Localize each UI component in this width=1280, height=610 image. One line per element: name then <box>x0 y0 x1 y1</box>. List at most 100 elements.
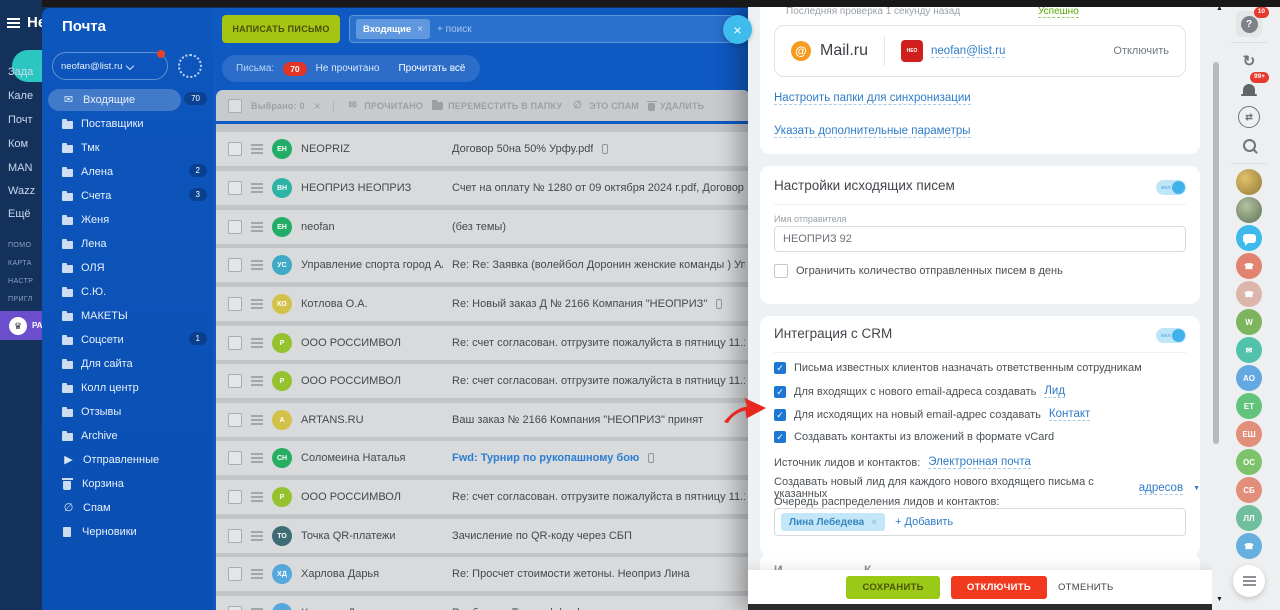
sidebar-item-invite[interactable]: ПРИГЛ <box>8 296 33 303</box>
search-button[interactable] <box>1236 132 1262 158</box>
folder-item[interactable]: Соцсети 1 <box>42 328 213 352</box>
checkbox-checked[interactable]: ✓ <box>774 362 786 374</box>
checkbox-checked[interactable]: ✓ <box>774 385 786 398</box>
contact-avatar[interactable]: ЕТ <box>1236 393 1262 419</box>
crm-check-incoming-lead[interactable]: ✓ Для входящих с нового email-адреса созд… <box>774 385 1066 398</box>
folder-item[interactable]: Лена <box>42 232 213 256</box>
crm-logo[interactable]: Не <box>7 14 46 31</box>
folder-trash[interactable]: Корзина <box>42 472 213 496</box>
email-row[interactable]: ТО Точка QR-платежи Зачисление по QR-коду … <box>216 519 750 553</box>
action-delete[interactable]: УДАЛИТЬ <box>646 100 704 111</box>
read-all-button[interactable]: Прочитать всё <box>398 63 465 74</box>
search-filter-chip[interactable]: Входящие × <box>356 19 431 39</box>
sidebar-item-mail[interactable]: Почт <box>8 114 33 126</box>
folder-item[interactable]: Тмк <box>42 136 213 160</box>
email-row[interactable]: ХД Харлова Дарья Re: Просчет стоимости жет… <box>216 557 750 591</box>
call-light-button[interactable]: ☎ <box>1236 281 1262 307</box>
email-row[interactable]: Р ООО РОССИМВОЛ Re: счет согласован. отгру… <box>216 480 750 514</box>
folder-item[interactable]: Поставщики <box>42 112 213 136</box>
row-checkbox[interactable] <box>228 297 242 311</box>
checkbox-checked[interactable]: ✓ <box>774 431 786 443</box>
burger-menu-icon[interactable] <box>7 21 20 24</box>
email-row[interactable]: А ARTANS.RU Ваш заказ № 2166 Компания "НЕО… <box>216 403 750 437</box>
sidebar-item-map[interactable]: КАРТА <box>8 260 32 267</box>
scrollbar-thumb[interactable] <box>1213 62 1219 444</box>
row-checkbox[interactable] <box>228 374 242 388</box>
folder-item[interactable]: ОЛЯ <box>42 256 213 280</box>
email-row[interactable]: ЕН NEOPRIZ Договор 50на 50% Урфу.pdf <box>216 132 750 166</box>
email-row[interactable]: Р ООО РОССИМВОЛ Re: счет согласован. отгру… <box>216 364 750 398</box>
row-checkbox[interactable] <box>228 413 242 427</box>
row-checkbox[interactable] <box>228 567 242 581</box>
sync-button[interactable] <box>178 54 202 78</box>
scroll-down-icon[interactable]: ▼ <box>1216 596 1223 603</box>
contact-avatar[interactable]: ЕШ <box>1236 421 1262 447</box>
disconnect-link[interactable]: Отключить <box>1113 45 1169 57</box>
account-email-link[interactable]: neofan@list.ru <box>931 45 1006 58</box>
queue-input[interactable]: Лина Лебедева × + Добавить <box>774 508 1186 536</box>
addresses-link[interactable]: адресов <box>1138 482 1184 495</box>
row-checkbox[interactable] <box>228 451 242 465</box>
folder-spam[interactable]: ∅ Спам <box>42 496 213 520</box>
compose-button[interactable]: НАПИСАТЬ ПИСЬМО <box>222 15 340 43</box>
call-blue-button[interactable]: ☎ <box>1236 533 1262 559</box>
folder-item[interactable]: МАКЕТЫ <box>42 304 213 328</box>
email-row[interactable]: КО Котлова О.А. Re: Новый заказ Д № 2166 К… <box>216 287 750 321</box>
row-checkbox[interactable] <box>228 142 242 156</box>
checkbox-checked[interactable]: ✓ <box>774 408 786 421</box>
folder-item[interactable]: Для сайта <box>42 352 213 376</box>
queue-add-button[interactable]: + Добавить <box>895 516 953 528</box>
select-all-checkbox[interactable] <box>228 98 242 113</box>
chip-remove-icon[interactable]: × <box>871 517 877 528</box>
sidebar-item-tasks[interactable]: Зада <box>8 66 33 78</box>
save-button[interactable]: СОХРАНИТЬ <box>846 575 940 599</box>
sync-folders-link[interactable]: Настроить папки для синхронизации <box>774 92 971 105</box>
sidebar-item-more[interactable]: Ещё <box>8 208 31 220</box>
contact-avatar[interactable]: ОС <box>1236 449 1262 475</box>
crm-check-outgoing-contact[interactable]: ✓ Для исходящих на новый email-адрес созд… <box>774 408 1091 421</box>
cancel-button[interactable]: ОТМЕНИТЬ <box>1058 582 1114 593</box>
crm-check-assign[interactable]: ✓ Письма известных клиентов назначать отв… <box>774 362 1142 374</box>
action-move-to-folder[interactable]: ПЕРЕМЕСТИТЬ В ПАПКУ <box>432 99 562 111</box>
row-checkbox[interactable] <box>228 258 242 272</box>
sidebar-item-active-plan[interactable]: ♛ РА <box>0 311 42 340</box>
whatsapp-channel[interactable]: W <box>1236 309 1262 335</box>
row-checkbox[interactable] <box>228 336 242 350</box>
extra-params-link[interactable]: Указать дополнительные параметры <box>774 125 971 138</box>
row-checkbox[interactable] <box>228 181 242 195</box>
crm-toggle[interactable]: вкл <box>1156 328 1186 343</box>
outgoing-toggle[interactable]: вкл <box>1156 180 1186 195</box>
folder-sent[interactable]: ▶ Отправленные <box>42 448 213 472</box>
contact-avatar[interactable]: АО <box>1236 365 1262 391</box>
folder-item[interactable]: Archive <box>42 424 213 448</box>
mail-channel-button[interactable]: ✉ <box>1236 337 1262 363</box>
folder-drafts[interactable]: Черновики <box>42 520 213 544</box>
messenger-button[interactable] <box>1236 225 1262 251</box>
search-bar[interactable]: Входящие × + поиск <box>349 15 735 43</box>
notifications-button[interactable]: 99+ <box>1236 72 1269 102</box>
help-button[interactable]: ? 10 <box>1236 7 1269 37</box>
limit-checkbox-row[interactable]: Ограничить количество отправленных писем… <box>774 264 1063 278</box>
dropdown-arrow-icon[interactable]: ▼ <box>1193 485 1200 492</box>
contact-avatar[interactable]: СБ <box>1236 477 1262 503</box>
folder-item[interactable]: Алена 2 <box>42 160 213 184</box>
folder-item[interactable]: Женя <box>42 208 213 232</box>
sidebar-item-companies[interactable]: Ком <box>8 138 28 150</box>
folder-item[interactable]: С.Ю. <box>42 280 213 304</box>
contact-avatar[interactable]: ЛЛ <box>1236 505 1262 531</box>
sender-name-input[interactable]: НЕОПРИЗ 92 <box>774 226 1186 252</box>
call-button[interactable]: ☎ <box>1236 253 1262 279</box>
user-avatar[interactable] <box>1236 197 1262 223</box>
row-checkbox[interactable] <box>228 220 242 234</box>
disconnect-button[interactable]: ОТКЛЮЧИТЬ <box>950 575 1047 599</box>
contact-link[interactable]: Контакт <box>1048 408 1091 421</box>
folder-item[interactable]: Колл центр <box>42 376 213 400</box>
chip-remove-icon[interactable]: × <box>417 24 423 35</box>
lead-link[interactable]: Лид <box>1044 385 1066 398</box>
folder-inbox[interactable]: ✉ Входящие 70 <box>42 88 213 112</box>
action-mark-spam[interactable]: ∅ ЭТО СПАМ <box>571 100 639 112</box>
sidebar-item-mango[interactable]: MAN <box>8 162 32 174</box>
history-button[interactable]: ↻ <box>1236 48 1262 74</box>
row-checkbox[interactable] <box>228 529 242 543</box>
account-selector[interactable]: neofan@list.ru <box>52 50 168 80</box>
